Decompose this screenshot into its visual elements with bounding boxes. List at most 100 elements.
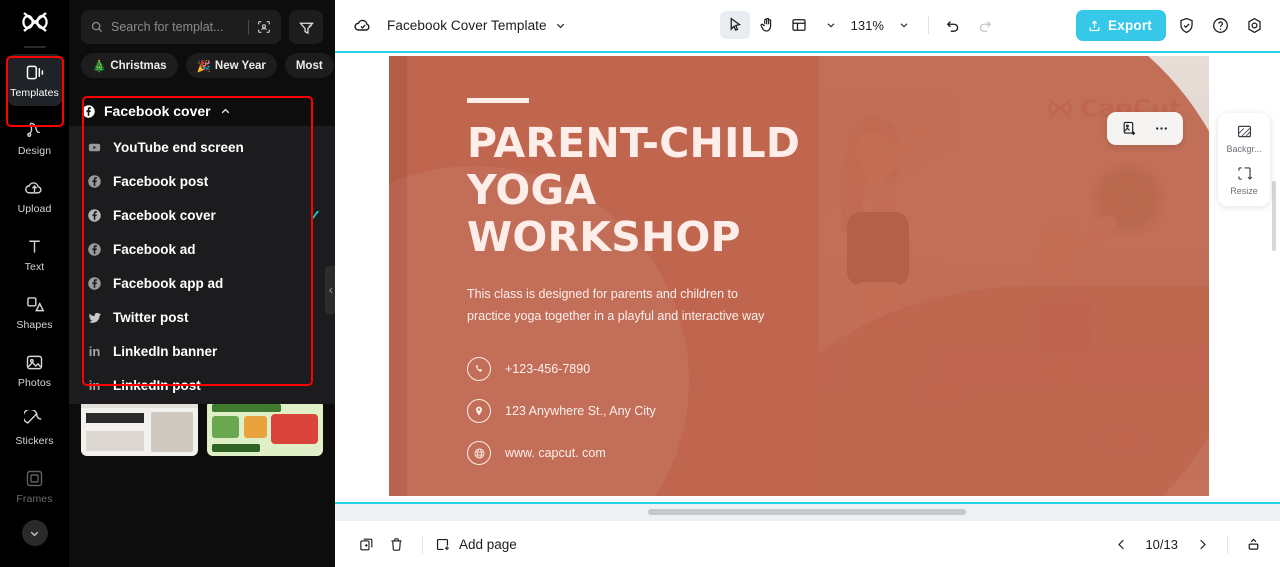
- search-input[interactable]: Search for templat...: [81, 10, 281, 44]
- chip-most[interactable]: Most: [284, 53, 334, 78]
- replace-image-button[interactable]: [1115, 116, 1143, 141]
- chip-christmas[interactable]: 🎄 Christmas: [81, 53, 178, 78]
- resize-tool-button[interactable]: Resize: [1220, 164, 1268, 196]
- design-canvas[interactable]: PARENT-CHILD YOGA WORKSHOP This class is…: [389, 56, 1209, 496]
- add-page-button[interactable]: Add page: [434, 536, 517, 553]
- filter-button[interactable]: [289, 10, 323, 44]
- layout-chevron-down-icon[interactable]: [816, 11, 846, 39]
- next-page-button[interactable]: [1189, 531, 1215, 557]
- export-button[interactable]: Export: [1076, 9, 1166, 41]
- help-question-icon[interactable]: [1206, 11, 1234, 39]
- design-contact-text: +123-456-7890: [505, 362, 591, 376]
- dropdown-item-facebook-ad[interactable]: Facebook ad: [69, 232, 335, 266]
- chevron-down-icon[interactable]: [21, 520, 48, 546]
- search-row: Search for templat...: [69, 0, 335, 44]
- chip-emoji: 🎄: [92, 60, 107, 73]
- chip-emoji: 🎉: [196, 60, 211, 73]
- design-contact-text: 123 Anywhere St., Any City: [505, 404, 656, 418]
- horizontal-scrollbar[interactable]: [335, 504, 1280, 521]
- design-accent-rule: [467, 98, 529, 103]
- dropdown-item-label: Facebook cover: [113, 207, 216, 223]
- chevron-left-icon: [329, 287, 333, 293]
- design-contact-phone[interactable]: +123-456-7890: [467, 357, 819, 381]
- more-dots-icon: [1155, 127, 1167, 130]
- selected-check-icon: ✓: [309, 206, 321, 223]
- image-search-icon[interactable]: [256, 19, 272, 35]
- cursor-select-tool[interactable]: [719, 11, 750, 39]
- right-scrollbar[interactable]: [1272, 181, 1276, 251]
- design-contact-text: www. capcut. com: [505, 446, 606, 460]
- dropdown-item-linkedin-banner[interactable]: in LinkedIn banner: [69, 334, 335, 368]
- dropdown-item-label: LinkedIn banner: [113, 343, 218, 359]
- canvas-top-guide: [335, 51, 1280, 53]
- sidebar-item-stickers[interactable]: Stickers: [7, 402, 63, 454]
- dropdown-item-facebook-cover[interactable]: Facebook cover ✓: [69, 198, 335, 232]
- divider: [1227, 534, 1228, 554]
- undo-button[interactable]: [938, 11, 968, 39]
- delete-page-button[interactable]: [381, 530, 411, 558]
- shield-check-icon[interactable]: [1172, 11, 1200, 39]
- dropdown-item-twitter-post[interactable]: Twitter post: [69, 300, 335, 334]
- layout-grid-tool[interactable]: [784, 11, 814, 39]
- templates-panel: Search for templat... 🎄 Christmas 🎉 New …: [69, 0, 335, 567]
- sidebar-item-design[interactable]: Design: [7, 112, 63, 164]
- hand-pan-tool[interactable]: [752, 11, 782, 39]
- chevron-up-icon[interactable]: [219, 105, 232, 118]
- sidebar-item-shapes[interactable]: Shapes: [7, 286, 63, 338]
- design-subtitle[interactable]: This class is designed for parents and c…: [467, 283, 767, 327]
- dropdown-item-youtube-end-screen[interactable]: YouTube end screen: [69, 130, 335, 164]
- chip-new-year[interactable]: 🎉 New Year: [185, 53, 277, 78]
- design-title[interactable]: PARENT-CHILD YOGA WORKSHOP: [467, 120, 819, 261]
- dropdown-item-linkedin-post[interactable]: in LinkedIn post: [69, 368, 335, 402]
- sidebar-item-label: Upload: [17, 202, 52, 215]
- sidebar-item-label: Stickers: [15, 434, 54, 447]
- sidebar-item-templates[interactable]: Templates: [6, 54, 63, 106]
- dropdown-item-label: Twitter post: [113, 309, 189, 325]
- sidebar-item-upload[interactable]: Upload: [7, 170, 63, 222]
- chip-label: Christmas: [110, 59, 167, 72]
- title-chevron-down-icon[interactable]: [547, 11, 575, 39]
- export-label: Export: [1108, 17, 1152, 33]
- sidebar-item-label: Photos: [17, 376, 52, 389]
- document-title[interactable]: Facebook Cover Template: [387, 18, 547, 33]
- top-toolbar: Facebook Cover Template 131% Export: [335, 0, 1280, 51]
- chip-label: New Year: [214, 59, 266, 72]
- linkedin-icon: in: [88, 343, 101, 359]
- sidebar-item-photos[interactable]: Photos: [7, 344, 63, 396]
- dropdown-list: YouTube end screen Facebook post Faceboo…: [69, 126, 335, 404]
- filter-icon: [298, 22, 314, 34]
- dropdown-item-facebook-post[interactable]: Facebook post: [69, 164, 335, 198]
- facebook-icon: [88, 174, 101, 188]
- settings-gear-icon[interactable]: [1240, 11, 1268, 39]
- cloud-saved-icon[interactable]: [349, 11, 377, 39]
- add-page-label: Add page: [459, 536, 517, 552]
- prev-page-button[interactable]: [1108, 531, 1134, 557]
- background-tool-button[interactable]: Backgr...: [1220, 122, 1268, 154]
- right-tool-label: Backgr...: [1226, 144, 1262, 154]
- sidebar-item-text[interactable]: Text: [7, 228, 63, 280]
- capcut-logo-icon[interactable]: [0, 0, 69, 44]
- template-thumbnail[interactable]: [206, 400, 323, 456]
- dropdown-header[interactable]: Facebook cover: [69, 96, 335, 126]
- duplicate-page-button[interactable]: [351, 530, 381, 558]
- zoom-chevron-down-icon[interactable]: [889, 11, 919, 39]
- design-contact-address[interactable]: 123 Anywhere St., Any City: [467, 399, 819, 423]
- page-indicator: 10/13: [1145, 536, 1178, 552]
- template-thumbnail[interactable]: [81, 400, 198, 456]
- dropdown-item-facebook-app-ad[interactable]: Facebook app ad: [69, 266, 335, 300]
- fit-screen-button[interactable]: [1240, 531, 1266, 557]
- sidebar-item-label: Design: [17, 144, 52, 157]
- sidebar-item-frames[interactable]: Frames: [7, 460, 63, 512]
- more-options-button[interactable]: [1147, 116, 1175, 141]
- topbar-right-group: Export: [1076, 9, 1268, 41]
- location-pin-icon: [467, 399, 491, 423]
- canvas-area[interactable]: PARENT-CHILD YOGA WORKSHOP This class is…: [335, 51, 1280, 521]
- dropdown-item-label: Facebook ad: [113, 241, 196, 257]
- panel-collapse-handle[interactable]: [325, 266, 335, 314]
- scrollbar-thumb[interactable]: [648, 509, 966, 515]
- resize-icon: [1237, 167, 1252, 180]
- globe-web-icon: [467, 441, 491, 465]
- redo-button[interactable]: [970, 11, 1000, 39]
- design-contact-website[interactable]: www. capcut. com: [467, 441, 819, 465]
- duplicate-page-icon: [359, 538, 372, 550]
